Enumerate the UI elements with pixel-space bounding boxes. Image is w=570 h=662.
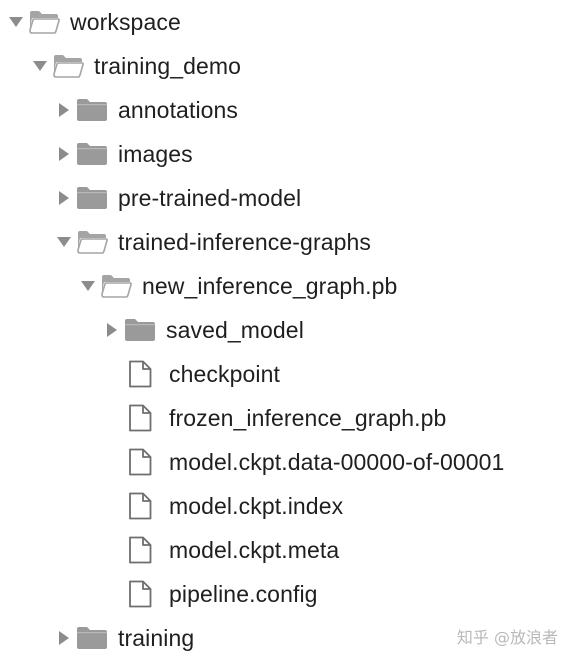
disclosure-collapsed-icon[interactable] <box>52 616 76 660</box>
tree-item-label: annotations <box>118 97 239 123</box>
tree-item-label: training <box>118 625 195 651</box>
tree-item-label: model.ckpt.data-00000-of-00001 <box>169 449 505 475</box>
disclosure-collapsed-icon[interactable] <box>100 308 124 352</box>
folder-open-icon <box>28 0 62 44</box>
tree-item-training-demo[interactable]: training_demo <box>28 44 241 88</box>
tree-item-label: trained-inference-graphs <box>118 229 371 255</box>
tree-item-pre-trained-model[interactable]: pre-trained-model <box>52 176 301 220</box>
tree-item-label: training_demo <box>94 53 242 79</box>
file-tree: workspace training_demo annotations images p… <box>0 0 570 662</box>
tree-item-annotations[interactable]: annotations <box>52 88 238 132</box>
tree-item-label: saved_model <box>166 317 304 343</box>
tree-item-model-ckpt-data-00000-of-00001[interactable]: model.ckpt.data-00000-of-00001 <box>100 440 504 484</box>
tree-item-frozen-inference-graph-pb[interactable]: frozen_inference_graph.pb <box>100 396 446 440</box>
tree-item-saved-model[interactable]: saved_model <box>100 308 304 352</box>
folder-open-icon <box>100 264 134 308</box>
tree-item-label: checkpoint <box>169 361 280 387</box>
folder-icon <box>76 616 110 660</box>
disclosure-expanded-icon[interactable] <box>28 44 52 88</box>
folder-icon <box>76 132 110 176</box>
tree-item-pipeline-config[interactable]: pipeline.config <box>100 572 318 616</box>
tree-item-trained-inference-graphs[interactable]: trained-inference-graphs <box>52 220 371 264</box>
folder-open-icon <box>76 220 110 264</box>
tree-item-images[interactable]: images <box>52 132 193 176</box>
tree-item-training[interactable]: training <box>52 616 194 660</box>
file-icon <box>124 440 161 484</box>
folder-icon <box>124 308 158 352</box>
tree-item-label: frozen_inference_graph.pb <box>169 405 447 431</box>
folder-open-icon <box>52 44 86 88</box>
disclosure-collapsed-icon[interactable] <box>52 132 76 176</box>
disclosure-collapsed-icon[interactable] <box>52 88 76 132</box>
tree-item-new-inference-graph-pb[interactable]: new_inference_graph.pb <box>76 264 397 308</box>
tree-item-label: model.ckpt.index <box>169 493 344 519</box>
tree-item-label: pre-trained-model <box>118 185 302 211</box>
watermark: 知乎 @放浪者 <box>456 628 558 647</box>
folder-icon <box>76 176 110 220</box>
disclosure-expanded-icon[interactable] <box>4 0 28 44</box>
tree-item-label: model.ckpt.meta <box>169 537 340 563</box>
tree-item-model-ckpt-meta[interactable]: model.ckpt.meta <box>100 528 339 572</box>
tree-item-model-ckpt-index[interactable]: model.ckpt.index <box>100 484 343 528</box>
disclosure-expanded-icon[interactable] <box>76 264 100 308</box>
tree-item-label: new_inference_graph.pb <box>142 273 398 299</box>
folder-icon <box>76 88 110 132</box>
tree-item-label: pipeline.config <box>169 581 318 607</box>
file-icon <box>124 484 161 528</box>
disclosure-collapsed-icon[interactable] <box>52 176 76 220</box>
tree-item-workspace[interactable]: workspace <box>4 0 181 44</box>
file-icon <box>124 528 161 572</box>
tree-item-checkpoint[interactable]: checkpoint <box>100 352 280 396</box>
tree-item-label: images <box>118 141 193 167</box>
file-icon <box>124 396 161 440</box>
tree-item-label: workspace <box>70 9 181 35</box>
file-icon <box>124 352 161 396</box>
file-icon <box>124 572 161 616</box>
disclosure-expanded-icon[interactable] <box>52 220 76 264</box>
